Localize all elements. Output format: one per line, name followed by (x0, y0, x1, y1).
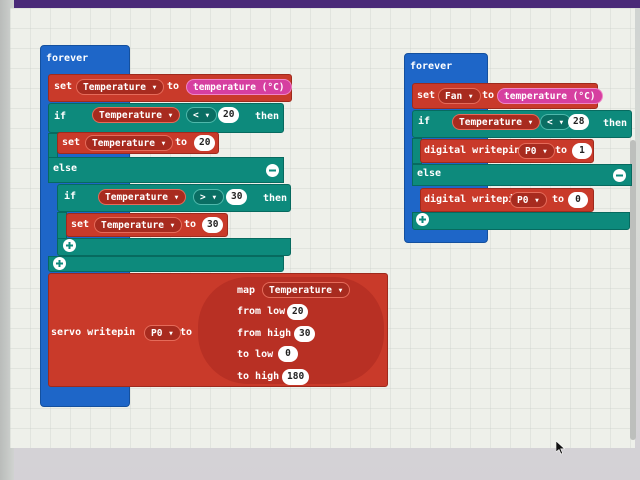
dw1-to-label: to (555, 145, 568, 156)
else-label: else (53, 163, 78, 174)
dw2-to-label: to (552, 194, 565, 205)
inner-set-value[interactable]: 20 (194, 135, 216, 151)
to-high-value[interactable]: 180 (282, 369, 310, 385)
to-high-label: to high (237, 371, 280, 382)
remove-else-icon[interactable] (266, 164, 279, 177)
less-than-operator[interactable]: < ▾ (186, 107, 218, 123)
set-fan-label: set (417, 90, 436, 101)
inner2-set-value[interactable]: 30 (202, 217, 224, 233)
from-low-label: from low (237, 306, 286, 317)
if-label-2: if (418, 116, 431, 127)
monitor-top-bezel (0, 0, 640, 8)
dw1-pin-dropdown[interactable]: P0 ▾ (518, 143, 555, 159)
set-variable-dropdown[interactable]: Temperature ▾ (76, 79, 165, 95)
from-high-value[interactable]: 30 (294, 326, 316, 342)
nested-condition-value[interactable]: 30 (226, 189, 248, 205)
from-high-label: from high (237, 328, 292, 339)
condition-variable[interactable]: Temperature ▾ (92, 107, 181, 123)
temperature-sensor-block[interactable]: temperature (°C) (186, 79, 292, 95)
map-label: map (237, 285, 256, 296)
from-low-value[interactable]: 20 (287, 304, 309, 320)
if-label: if (54, 111, 67, 122)
to-label: to (167, 81, 180, 92)
inner-set-variable[interactable]: Temperature ▾ (85, 135, 174, 151)
mouse-cursor-icon (555, 440, 566, 459)
inner2-set-variable[interactable]: Temperature ▾ (94, 217, 183, 233)
servo-pin-dropdown[interactable]: P0 ▾ (144, 325, 181, 341)
greater-than-operator[interactable]: > ▾ (193, 189, 225, 205)
else-row-2 (412, 164, 632, 186)
inner2-to-label: to (184, 219, 197, 230)
set-label: set (54, 81, 73, 92)
map-variable[interactable]: Temperature ▾ (262, 282, 351, 298)
inner2-set-label: set (71, 219, 90, 230)
add-else-icon-2[interactable] (416, 213, 429, 226)
to-low-value[interactable]: 0 (278, 346, 298, 362)
nested-condition-variable[interactable]: Temperature ▾ (98, 189, 187, 205)
add-else-icon-inner[interactable] (63, 239, 76, 252)
fan-variable-dropdown[interactable]: Fan ▾ (438, 88, 481, 104)
condition-variable-2[interactable]: Temperature ▾ (452, 114, 541, 130)
then-label-2: then (603, 118, 628, 129)
forever-label: forever (46, 53, 89, 64)
inner-to-label: to (175, 137, 188, 148)
if-else-footer (48, 256, 284, 272)
servo-label: servo writepin (51, 327, 136, 338)
less-than-operator-2[interactable]: < ▾ (540, 114, 572, 130)
dw2-label: digital writepin (424, 194, 521, 205)
dw1-value[interactable]: 1 (572, 143, 592, 159)
inner-set-label: set (62, 137, 81, 148)
condition-value-2[interactable]: 28 (568, 114, 590, 130)
forever-label-2: forever (410, 61, 453, 72)
remove-else-icon-2[interactable] (613, 169, 626, 182)
dw2-value[interactable]: 0 (568, 192, 588, 208)
dw1-label: digital writepin (424, 145, 521, 156)
if-else-2-footer (412, 212, 630, 230)
nested-if-footer (57, 238, 291, 256)
set-fan-to-label: to (482, 90, 495, 101)
nested-then-label: then (263, 193, 288, 204)
then-label: then (255, 111, 280, 122)
dw2-pin-dropdown[interactable]: P0 ▾ (510, 192, 547, 208)
servo-to-label: to (180, 327, 193, 338)
else-label-2: else (417, 168, 442, 179)
to-low-label: to low (237, 349, 274, 360)
condition-value[interactable]: 20 (218, 107, 240, 123)
else-row (48, 157, 284, 183)
temperature-sensor-block-2[interactable]: temperature (°C) (497, 88, 603, 104)
add-else-icon-outer[interactable] (53, 257, 66, 270)
nested-if-label: if (64, 191, 77, 202)
